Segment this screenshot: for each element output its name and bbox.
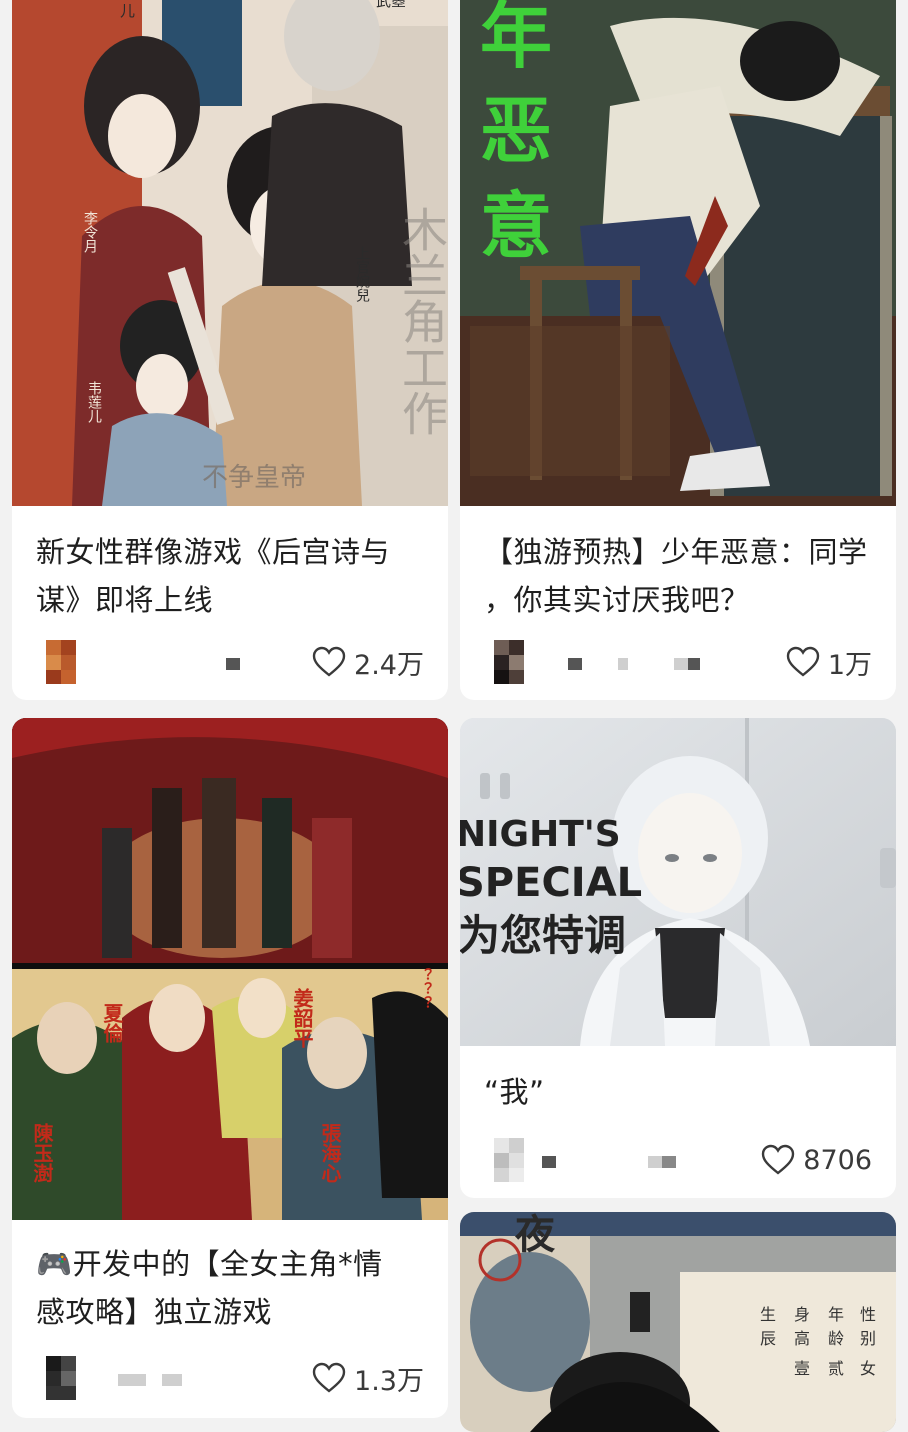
cover-text-5-4: 年 [828,1305,844,1324]
cover-text-1-2: 李令月 [82,211,98,254]
cover-text-5-6: 辰 [760,1329,776,1348]
card-title-1-line1: 新女性群像游戏《后宫诗与 [36,535,391,569]
cover-text-5-9: 别 [860,1329,876,1348]
cover-image-4[interactable]: NIGHT'S SPECIAL 为您特调 [460,718,896,1046]
like-count: 8706 [803,1144,872,1176]
like-button[interactable]: 2.4万 [312,642,424,682]
author-name-blurred [568,658,582,670]
like-button[interactable]: 1万 [786,642,872,682]
card-title-2-line2: ，你其实讨厌我吧？ [484,583,750,617]
cover-image-5[interactable]: 夜 生 身 年 性 辰 高 龄 别 壹 贰 女 [460,1212,896,1432]
cover-text-5-8: 龄 [828,1329,844,1348]
cover-text-1-4: 韦莲儿 [86,381,102,424]
like-count: 2.4万 [354,649,424,681]
cover-text-3-4: 張海心 [318,1123,342,1183]
heart-outline-icon [786,646,820,677]
card-title-1[interactable]: 新女性群像游戏《后宫诗与 谋》即将上线 [36,528,428,624]
avatar[interactable] [494,640,524,684]
author-name-blurred [226,658,240,670]
author-name-blurred [542,1156,556,1168]
card-title-3-line1: 🎮开发中的【全女主角*情 [36,1247,383,1281]
heart-outline-icon [762,1144,795,1175]
like-count: 1万 [827,649,872,681]
author-row-2[interactable]: 1万 [494,640,872,684]
cover-text-1-6: 不争皇帝 [202,463,306,493]
like-button[interactable]: 8706 [761,1140,872,1180]
author-name-blurred [118,1374,146,1386]
cover-image-1[interactable]: 儿 武曌 李令月 上官婉兒 韦莲儿 木兰角工作 不争皇帝 [12,0,448,506]
heart-outline-icon [312,1362,346,1393]
card-title-2[interactable]: 【独游预热】少年恶意：同学 ，你其实讨厌我吧？ [484,528,876,624]
author-row-4[interactable]: 8706 [494,1138,872,1182]
cover-text-5-1: 夜 [514,1212,556,1258]
cover-text-5-5: 性 [860,1305,876,1324]
feed-card-4[interactable]: NIGHT'S SPECIAL 为您特调 “我” 8706 [460,718,896,1198]
avatar[interactable] [46,640,76,684]
card-title-3-line2: 感攻略】独立游戏 [36,1295,273,1329]
avatar[interactable] [46,1356,76,1400]
like-count: 1.3万 [354,1365,424,1397]
card-title-4[interactable]: “我” [484,1068,876,1116]
cover-text-4-2: SPECIAL [460,860,642,906]
card-title-3[interactable]: 🎮开发中的【全女主角*情 感攻略】独立游戏 [36,1240,428,1336]
cover-text-5-7: 高 [794,1329,810,1348]
heart-outline-icon [312,646,346,677]
cover-text-1-1: 武曌 [376,0,406,10]
cover-text-3-5: ？？？ [416,967,432,1010]
cover-text-3-3: 陳玉澍 [30,1123,54,1183]
feed-card-2[interactable]: 年 恶 意 【独游预热】少年恶意：同学 ，你其实讨厌我吧？ 1万 [460,0,896,700]
card-title-4-text: “我” [484,1075,545,1109]
cover-text-5-2: 生 [760,1305,776,1324]
author-row-1[interactable]: 2.4万 [46,640,424,684]
author-name-blurred [662,1156,676,1168]
cover-text-5-10: 壹 [794,1359,810,1378]
cover-text-4-1: NIGHT'S [460,814,621,855]
cover-image-3[interactable]: 夏倫 姜韶平 陳玉澍 張海心 ？？？ [12,718,448,1220]
cover-text-5-11: 贰 [828,1359,844,1378]
cover-text-3-2: 姜韶平 [290,987,314,1048]
cover-text-2-2: 恶 [480,89,552,173]
cover-text-5-3: 身 [794,1305,810,1324]
cover-text-5-12: 女 [860,1359,876,1378]
card-title-2-line1: 【独游预热】少年恶意：同学 [484,535,868,569]
author-name-blurred [674,658,688,670]
author-row-3[interactable]: 1.3万 [46,1356,424,1400]
feed-card-1[interactable]: 儿 武曌 李令月 上官婉兒 韦莲儿 木兰角工作 不争皇帝 新女性群像游戏《后宫诗… [12,0,448,700]
author-name-blurred [648,1156,662,1168]
cover-text-3-1: 夏倫 [100,1003,124,1043]
cover-text-1-7: 儿 [120,2,135,20]
cover-text-2-1: 年 [480,0,552,78]
author-name-blurred [688,658,700,670]
cover-text-2-3: 意 [480,184,552,268]
cover-text-1-3: 上官婉兒 [354,246,370,303]
cover-image-2[interactable]: 年 恶 意 [460,0,896,506]
feed-card-5[interactable]: 夜 生 身 年 性 辰 高 龄 别 壹 贰 女 [460,1212,896,1432]
cover-text-4-3: 为您特调 [460,911,626,960]
author-name-blurred [162,1374,182,1386]
like-button[interactable]: 1.3万 [312,1358,424,1398]
card-title-1-line2: 谋》即将上线 [36,583,214,617]
cover-text-1-5: 木兰角工作 [395,206,448,436]
feed-card-3[interactable]: 夏倫 姜韶平 陳玉澍 張海心 ？？？ 🎮开发中的【全女主角*情 感攻略】独立游戏… [12,718,448,1418]
avatar[interactable] [494,1138,524,1182]
author-name-blurred [618,658,628,670]
